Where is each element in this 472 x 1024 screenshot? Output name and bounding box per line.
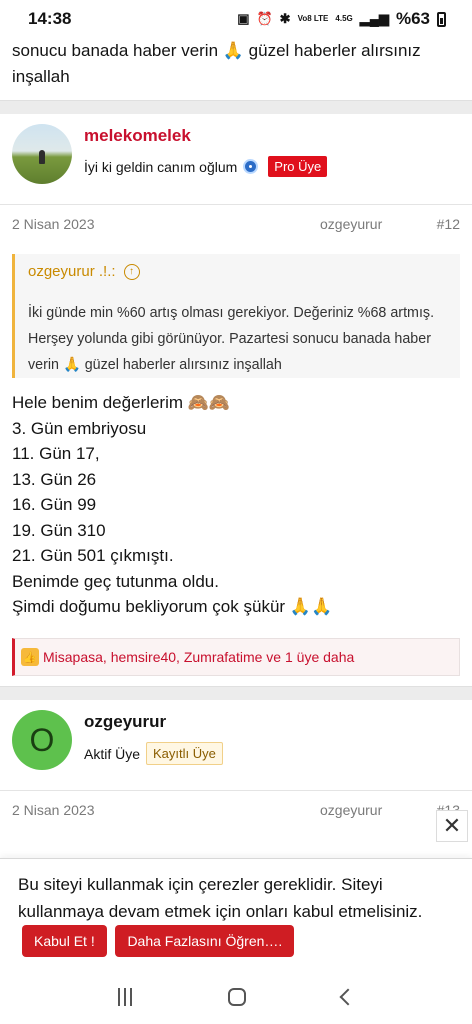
user-subtitle: Aktif Üye Kayıtlı Üye — [84, 742, 223, 765]
post-author[interactable]: ozgeyurur — [320, 802, 382, 818]
post-date[interactable]: 2 Nisan 2023 — [12, 216, 95, 232]
post-line: Şimdi doğumu bekliyorum çok şükür 🙏🙏 — [12, 597, 333, 616]
cookie-text-block: Bu siteyi kullanmak için çerezler gerekl… — [18, 871, 448, 957]
post-line: Benimde geç tutunma oldu. — [12, 571, 219, 591]
reactions-bar[interactable]: 👍 Misapasa, hemsire40, Zumrafatime ve 1 … — [12, 638, 460, 676]
alarm-icon: ⏰ — [256, 11, 273, 26]
thumbs-up-icon: 👍 — [21, 648, 39, 666]
post-author[interactable]: ozgeyurur — [320, 216, 382, 232]
close-icon[interactable]: ✕ — [436, 810, 468, 842]
system-nav-bar — [0, 970, 472, 1024]
quote-block: ozgeyurur .!.: ↑ İki günde min %60 artış… — [12, 254, 460, 378]
post-line: 13. Gün 26 — [12, 469, 97, 489]
post-line: 11. Gün 17, — [12, 444, 100, 463]
battery-icon — [437, 11, 446, 27]
evil-eye-icon — [243, 159, 259, 174]
signal-label: 4.5G — [335, 14, 353, 23]
jump-up-icon[interactable]: ↑ — [123, 263, 140, 280]
avatar[interactable] — [12, 124, 72, 184]
username[interactable]: ozgeyurur — [84, 712, 166, 732]
avatar-photo — [12, 124, 72, 184]
post-line: Hele benim değerlerim 🙈🙈 — [12, 393, 231, 412]
user-custom-title: İyi ki geldin canım oğlum — [84, 158, 238, 175]
post-user-block: melekomelek İyi ki geldin canım oğlum Pr… — [0, 114, 472, 204]
cookie-notice: Bu siteyi kullanmak için çerezler gerekl… — [0, 858, 472, 970]
back-icon[interactable] — [339, 988, 357, 1006]
post-line: 16. Gün 99 — [12, 495, 97, 514]
user-title: Aktif Üye — [84, 745, 141, 762]
registered-badge: Kayıtlı Üye — [146, 742, 223, 765]
user-subtitle: İyi ki geldin canım oğlum Pro Üye — [84, 156, 328, 177]
post-line: 21. Gün 501 çıkmıştı. — [12, 546, 174, 565]
cookie-message: Bu siteyi kullanmak için çerezler gerekl… — [18, 875, 423, 921]
post-meta: 2 Nisan 2023 ozgeyurur #13 — [0, 790, 472, 822]
post-body: Hele benim değerlerim 🙈🙈 3. Gün embriyos… — [12, 390, 462, 620]
network-label: Vo8 LTE — [297, 14, 329, 23]
quote-text: İki günde min %60 artış olması gerekiyor… — [28, 305, 435, 373]
post-divider — [0, 686, 472, 700]
signal-icon: ▂▄▆ — [359, 11, 389, 26]
post-meta: 2 Nisan 2023 ozgeyurur #12 — [0, 204, 472, 236]
status-bar: 14:38 ▣ ⏰ ✱ Vo8 LTE 4.5G ▂▄▆ %63 — [0, 0, 472, 38]
username[interactable]: melekomelek — [84, 126, 191, 146]
accept-cookies-button[interactable]: Kabul Et ! — [22, 925, 107, 957]
bluetooth-icon: ✱ — [279, 11, 291, 26]
reactions-list[interactable]: Misapasa, hemsire40, Zumrafatime ve 1 üy… — [43, 649, 354, 665]
avatar[interactable]: O — [12, 710, 72, 770]
status-icons: ▣ ⏰ ✱ Vo8 LTE 4.5G ▂▄▆ %63 — [237, 9, 446, 29]
quote-author[interactable]: ozgeyurur .!.: — [28, 263, 116, 280]
post-date[interactable]: 2 Nisan 2023 — [12, 802, 95, 818]
avatar-letter: O — [12, 710, 72, 770]
learn-more-button[interactable]: Daha Fazlasını Öğren…. — [115, 925, 295, 957]
home-icon[interactable] — [228, 988, 246, 1006]
pro-badge: Pro Üye — [268, 156, 328, 177]
battery-percent: %63 — [395, 9, 430, 28]
quote-header[interactable]: ozgeyurur .!.: ↑ — [28, 263, 140, 280]
previous-post-text: sonucu banada haber verin 🙏 güzel haberl… — [12, 41, 421, 86]
post-number[interactable]: #12 — [437, 216, 460, 232]
post-line: 3. Gün embriyosu — [12, 418, 147, 438]
lock-icon: ▣ — [237, 11, 250, 26]
status-time: 14:38 — [28, 9, 72, 28]
post-divider — [0, 100, 472, 114]
post-line: 19. Gün 310 — [12, 520, 106, 540]
recents-icon[interactable] — [118, 988, 132, 1006]
post-user-block: O ozgeyurur Aktif Üye Kayıtlı Üye — [0, 700, 472, 790]
